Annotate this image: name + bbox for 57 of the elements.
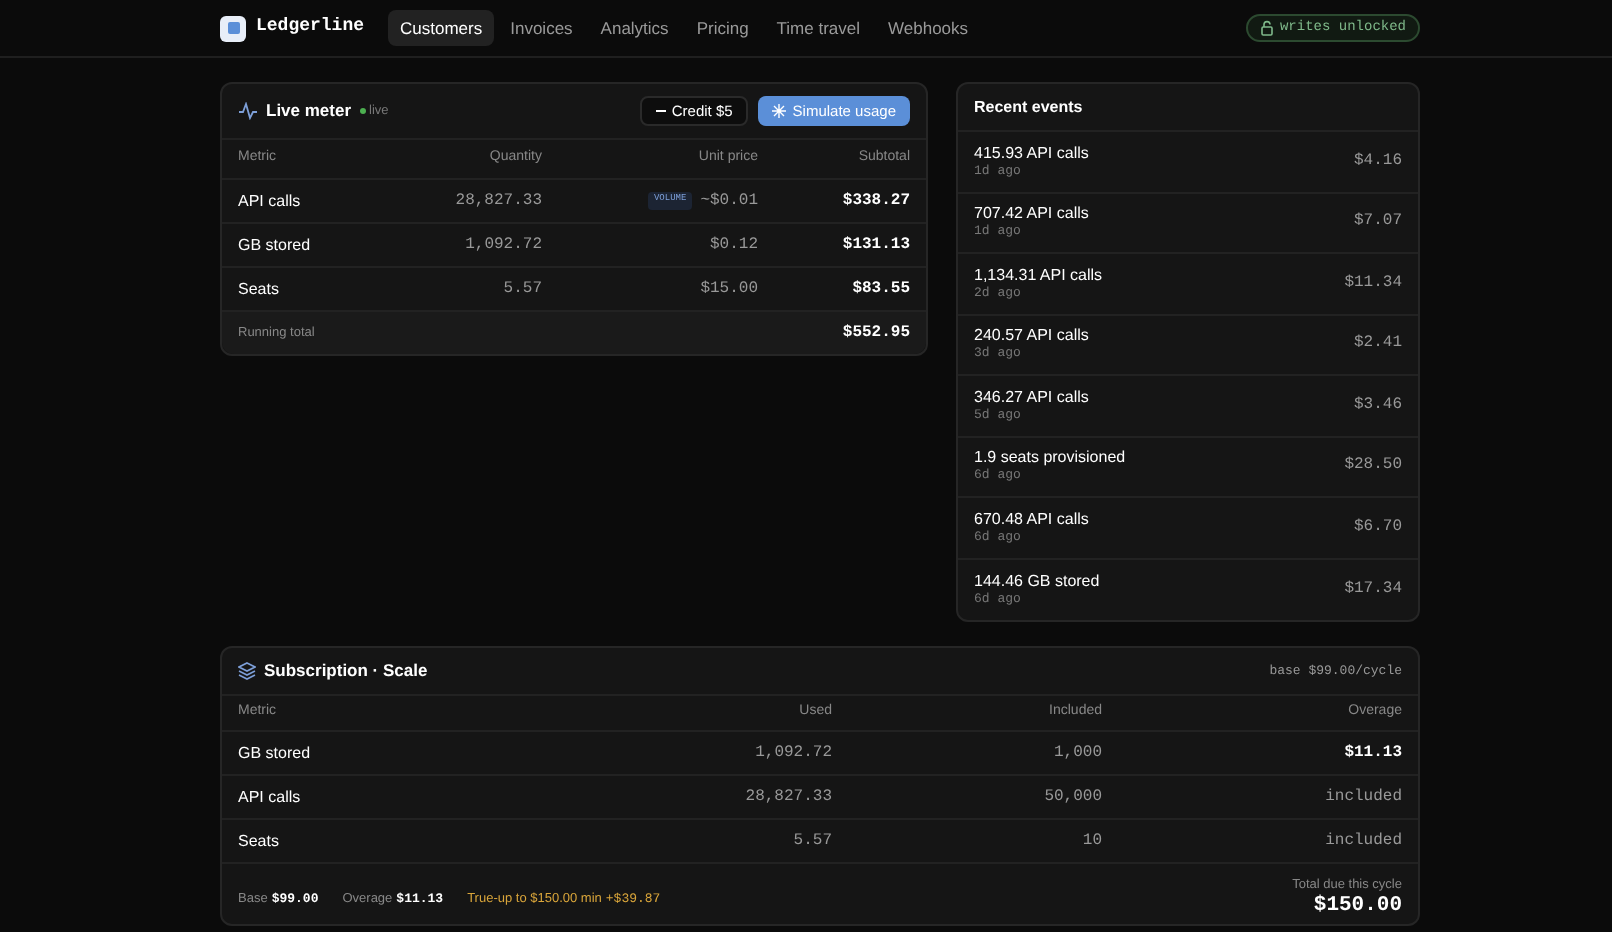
table-cell: 50,000: [1044, 785, 1102, 809]
event-description: 1,134.31 API calls: [974, 265, 1103, 284]
table-cell-text: GB stored: [238, 233, 313, 257]
lock-icon: [1259, 20, 1274, 36]
table-cell-text: Seats: [238, 277, 281, 301]
nav-tab[interactable]: Invoices: [498, 10, 585, 46]
table-cell: $131.13: [842, 233, 910, 257]
card-title: Live meter: [266, 98, 352, 124]
table-cell-text: GB stored: [238, 741, 313, 765]
nav-tab[interactable]: Webhooks: [876, 10, 981, 46]
table-cell: $0.12: [709, 233, 758, 257]
event-amount: $2.41: [1353, 332, 1402, 357]
table-cell: $338.27: [842, 189, 910, 213]
table-cell: 28,827.33: [455, 189, 542, 213]
event-description: 144.46 GB stored: [974, 571, 1100, 590]
brand-name: Ledgerline: [256, 14, 365, 41]
card-title: Recent events: [974, 95, 1083, 119]
nav-tab[interactable]: Time travel: [764, 10, 873, 46]
nav-tab[interactable]: Customers: [388, 10, 495, 46]
nav-tab[interactable]: Pricing: [684, 10, 761, 46]
event-description: 1.9 seats provisioned: [974, 448, 1126, 467]
total-due-value: $150.00: [1313, 896, 1402, 918]
logo-icon: [220, 15, 246, 41]
table-cell: 28,827.33: [745, 785, 832, 809]
table-cell: 1,000: [1053, 741, 1102, 765]
event-amount: $6.70: [1353, 515, 1402, 540]
table-cell: $83.55: [852, 277, 910, 301]
event-amount: $11.34: [1344, 271, 1402, 296]
nav-tab[interactable]: Analytics: [588, 10, 681, 46]
table-cell: 1,092.72: [465, 233, 542, 257]
event-amount: $3.46: [1353, 393, 1402, 418]
activity-icon: [238, 102, 258, 120]
table-cell-text: API calls: [238, 189, 303, 213]
event-description: 670.48 API calls: [974, 509, 1089, 528]
card-title: Subscription · Scale: [264, 658, 428, 684]
event-description: 707.42 API calls: [974, 204, 1089, 223]
table-cell-text: API calls: [238, 785, 303, 809]
event-description: 415.93 API calls: [974, 143, 1089, 162]
event-amount: $17.34: [1344, 577, 1402, 602]
table-cell: ~$0.01: [700, 189, 758, 213]
table-cell: 1,092.72: [755, 741, 832, 765]
event-amount: $7.07: [1353, 210, 1402, 235]
event-amount: $4.16: [1353, 149, 1402, 174]
event-description: 240.57 API calls: [974, 326, 1089, 345]
event-amount: $28.50: [1344, 454, 1402, 479]
table-cell: 5.57: [503, 277, 542, 301]
table-cell: 5.57: [793, 829, 832, 853]
layers-icon: [238, 662, 256, 680]
table-cell-text: Seats: [238, 829, 281, 853]
sparkle-icon: [772, 104, 787, 118]
table-cell: $11.13: [1344, 741, 1402, 765]
table-cell: 10: [1082, 829, 1102, 853]
table-cell: included: [1325, 785, 1402, 809]
event-description: 346.27 API calls: [974, 387, 1089, 406]
table-cell: $15.00: [700, 277, 758, 301]
total-value: $552.95: [842, 321, 910, 345]
table-cell: included: [1325, 829, 1402, 853]
